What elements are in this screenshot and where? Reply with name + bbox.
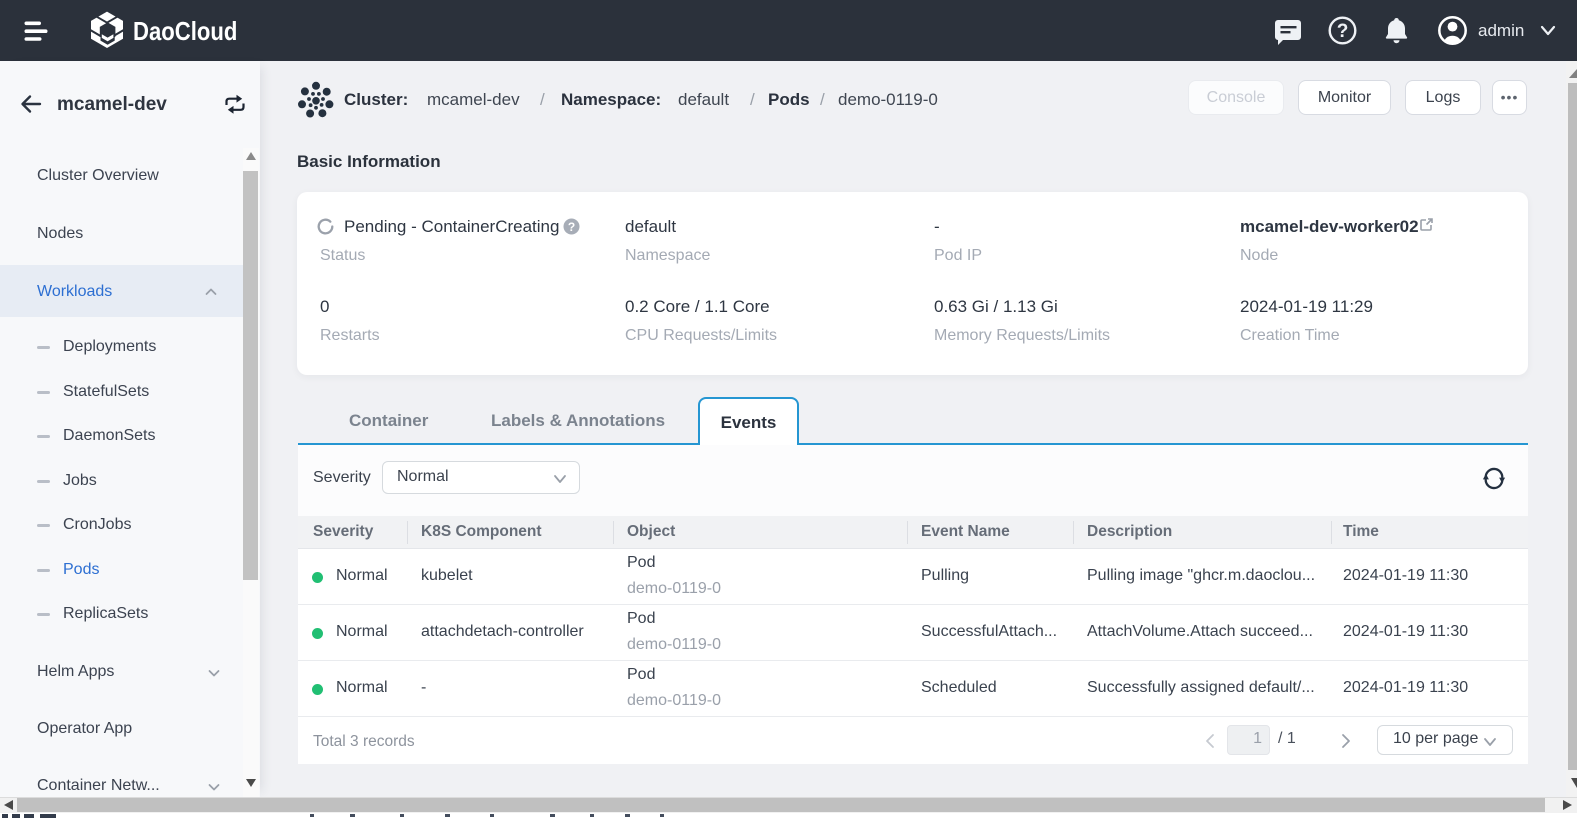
svg-text:?: ? — [568, 220, 575, 234]
svg-text:?: ? — [1337, 21, 1349, 42]
